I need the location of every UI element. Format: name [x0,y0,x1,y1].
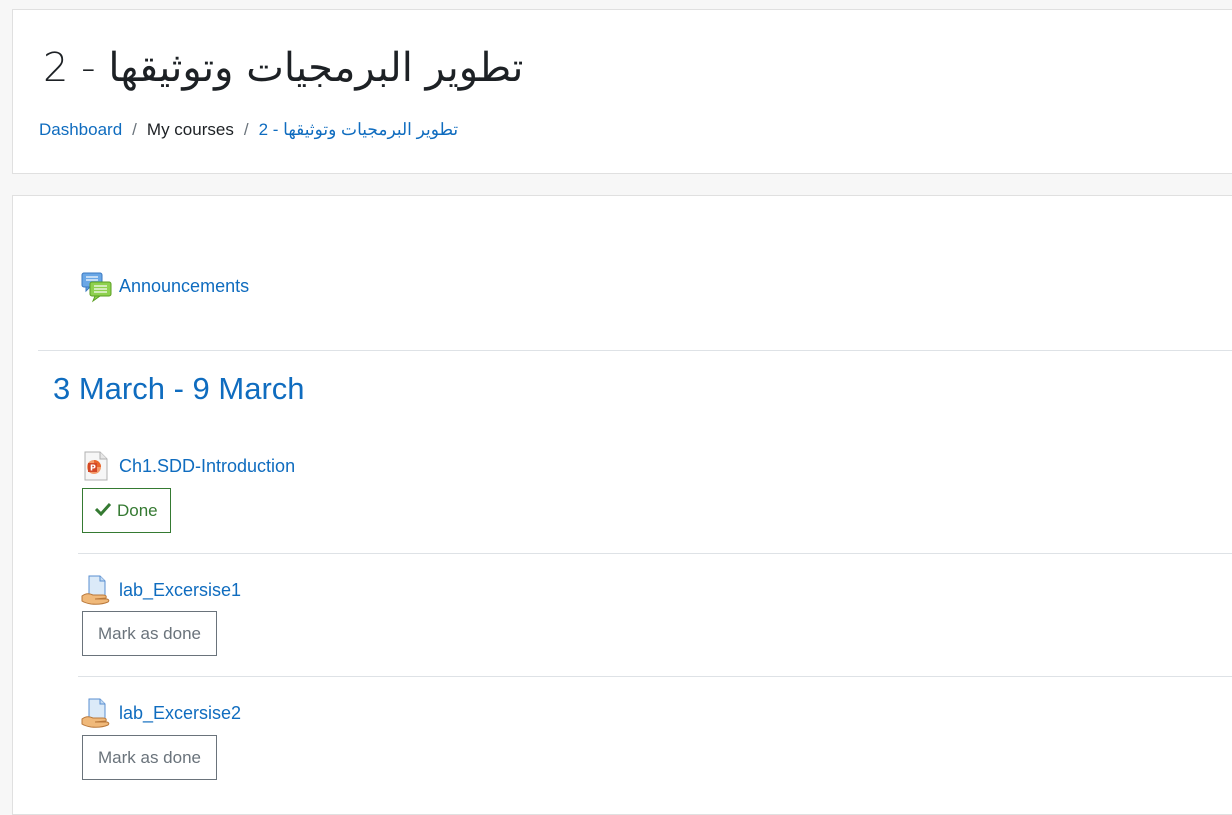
page-title: تطوير البرمجيات وتوثيقها - 2 [43,45,524,91]
divider [38,350,1232,351]
assignment-icon [81,698,111,728]
activity-lab-excersise1[interactable]: lab_Excersise1 [81,575,241,605]
activity-link[interactable]: Announcements [119,276,249,297]
svg-text:P: P [90,464,96,473]
breadcrumb: Dashboard / My courses / تطوير البرمجيات… [39,120,458,140]
breadcrumb-separator: / [243,120,249,139]
powerpoint-file-icon: P [81,451,111,481]
check-icon [94,501,112,521]
mark-as-done-button[interactable]: Mark as done [82,611,217,656]
divider [78,676,1232,677]
activity-announcements[interactable]: Announcements [81,271,249,303]
mark-as-done-button[interactable]: Mark as done [82,735,217,780]
section-title[interactable]: 3 March - 9 March [53,371,305,407]
activity-link[interactable]: lab_Excersise2 [119,703,241,724]
completion-done-button[interactable]: Done [82,488,171,533]
completion-label: Mark as done [98,747,201,767]
completion-label: Mark as done [98,623,201,643]
breadcrumb-dashboard[interactable]: Dashboard [39,120,122,140]
activity-link[interactable]: lab_Excersise1 [119,580,241,601]
forum-icon [81,271,112,303]
completion-label: Done [117,500,158,520]
page-header: تطوير البرمجيات وتوثيقها - 2 Dashboard /… [12,9,1232,174]
activity-link[interactable]: Ch1.SDD-Introduction [119,456,295,477]
activity-lab-excersise2[interactable]: lab_Excersise2 [81,698,241,728]
activity-ch1-introduction[interactable]: P Ch1.SDD-Introduction [81,451,295,481]
divider [78,553,1232,554]
assignment-icon [81,575,111,605]
breadcrumb-separator: / [132,120,137,139]
breadcrumb-my-courses: My courses [146,120,234,139]
breadcrumb-course[interactable]: تطوير البرمجيات وتوثيقها - 2 [259,120,459,140]
course-content: Announcements 3 March - 9 March P Ch1.SD… [12,195,1232,815]
